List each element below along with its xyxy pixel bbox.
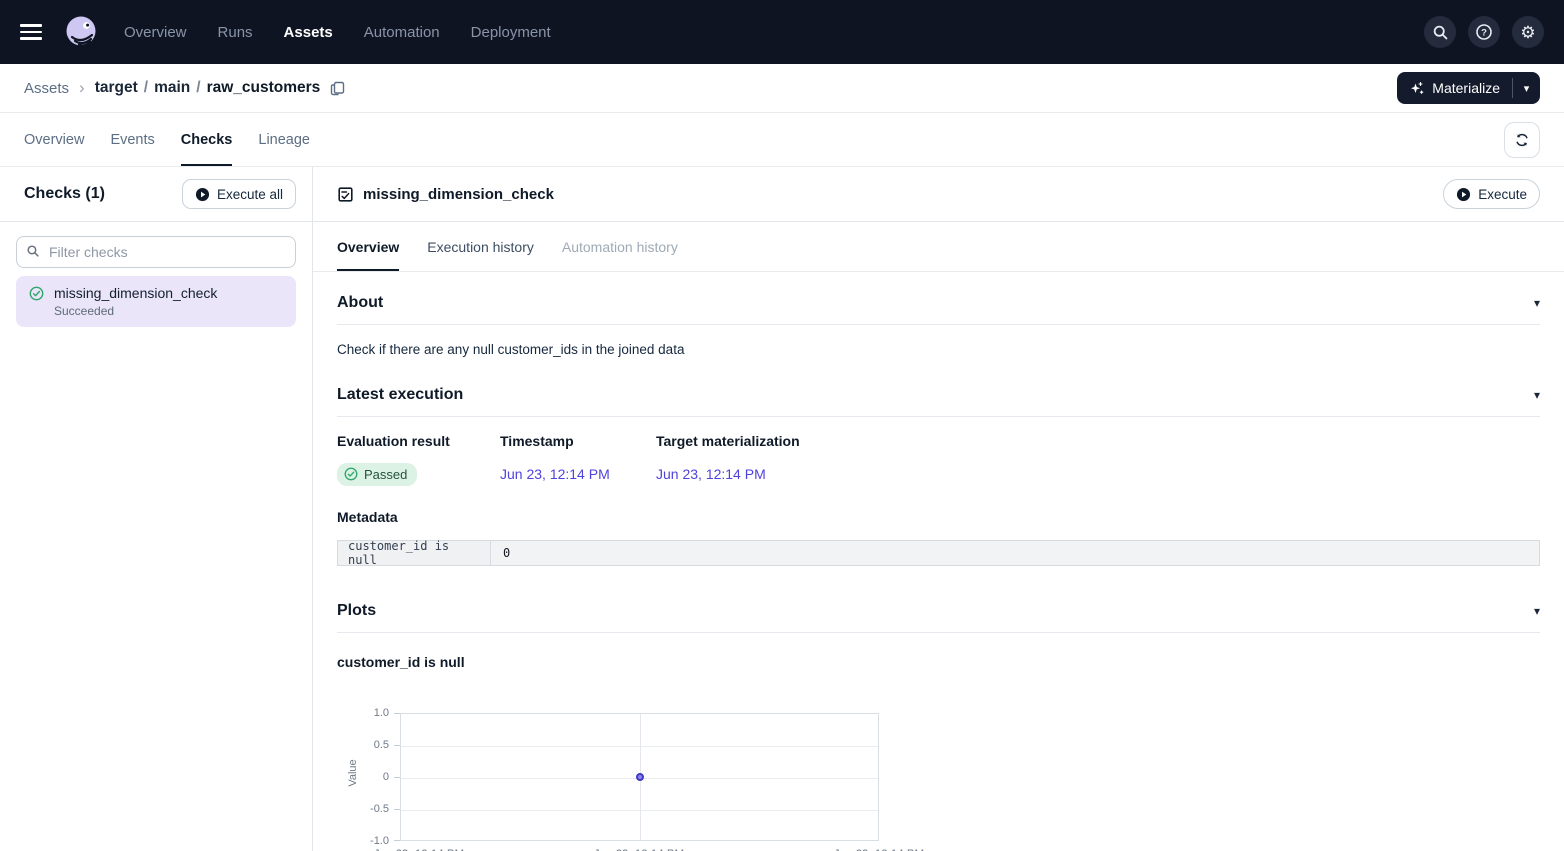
value-scatter-chart: Value 1.0 0.5 0 -0.5 -1.0 Jun [337,713,1540,851]
check-item-status: Succeeded [54,304,284,318]
latest-execution-table: Evaluation result Timestamp Target mater… [337,433,1540,486]
chevron-right-icon: › [79,78,85,98]
y-tick: 0 [337,770,389,784]
timestamp-link[interactable]: Jun 23, 12:14 PM [500,466,610,482]
refresh-button[interactable] [1504,122,1540,158]
nav-deployment[interactable]: Deployment [471,24,551,41]
execute-all-button[interactable]: Execute all [182,179,296,209]
about-section-header: About ▾ [337,291,1540,325]
check-circle-icon [344,467,358,481]
detail-tab-automation-history[interactable]: Automation history [562,222,678,271]
search-icon [1432,24,1449,41]
materialize-label: Materialize [1432,80,1500,96]
plot-area [400,713,879,841]
search-button[interactable] [1424,16,1456,48]
search-icon [26,244,40,258]
nav-overview[interactable]: Overview [124,24,187,41]
breadcrumb-target[interactable]: target [95,79,138,97]
breadcrumb-assets-link[interactable]: Assets [24,80,69,97]
materialize-dropdown-button[interactable]: ▾ [1513,72,1540,104]
asset-check-icon [337,186,354,203]
y-tick: 0.5 [337,738,389,752]
breadcrumb-main[interactable]: main [154,79,190,97]
nav-automation[interactable]: Automation [364,24,440,41]
materialize-button[interactable]: Materialize [1397,72,1512,104]
passed-status-badge: Passed [337,463,417,486]
nav-assets[interactable]: Assets [284,24,333,41]
primary-nav: Overview Runs Assets Automation Deployme… [124,24,551,41]
check-detail-panel: missing_dimension_check Execute Overview… [313,167,1564,851]
collapse-about-button[interactable]: ▾ [1534,297,1540,309]
nav-runs[interactable]: Runs [218,24,253,41]
plot-title: customer_id is null [337,654,1540,672]
check-circle-icon [29,286,44,301]
collapse-latest-execution-button[interactable]: ▾ [1534,389,1540,401]
collapse-plots-button[interactable]: ▾ [1534,605,1540,617]
play-icon [195,187,210,202]
caret-down-icon: ▾ [1534,604,1540,618]
metadata-title: Metadata [337,509,1540,527]
tab-lineage[interactable]: Lineage [258,113,310,166]
checks-panel-title: Checks (1) [24,185,105,203]
refresh-icon [1514,132,1530,148]
column-target-materialization: Target materialization [656,433,1540,451]
svg-text:?: ? [1481,27,1487,38]
y-tick: -1.0 [337,834,389,848]
detail-tab-execution-history[interactable]: Execution history [427,222,534,271]
data-point[interactable] [636,773,644,781]
help-button[interactable]: ? [1468,16,1500,48]
metadata-value: 0 [491,541,1539,565]
caret-down-icon: ▾ [1534,388,1540,402]
tab-checks[interactable]: Checks [181,113,233,166]
execute-button[interactable]: Execute [1443,179,1540,209]
tab-overview[interactable]: Overview [24,113,84,166]
help-icon: ? [1475,23,1493,41]
target-materialization-link[interactable]: Jun 23, 12:14 PM [656,466,766,482]
filter-checks-input[interactable] [16,236,296,268]
about-title: About [337,291,383,315]
sparkle-icon [1409,80,1425,96]
y-tick: 1.0 [337,706,389,720]
dagster-logo-icon[interactable] [62,13,100,51]
plots-title: Plots [337,599,376,623]
hamburger-menu-icon[interactable] [20,24,46,39]
breadcrumb-separator: / [144,79,148,97]
breadcrumb-bar: Assets › target / main / raw_customers M… [0,64,1564,113]
materialize-split-button: Materialize ▾ [1397,72,1540,104]
asset-tab-bar: Overview Events Checks Lineage [0,113,1564,167]
top-nav: Overview Runs Assets Automation Deployme… [0,0,1564,64]
plots-section-header: Plots ▾ [337,599,1540,633]
gear-icon: ⚙ [1520,24,1535,41]
play-icon [1456,187,1471,202]
check-item-name: missing_dimension_check [54,285,217,301]
settings-button[interactable]: ⚙ [1512,16,1544,48]
latest-execution-title: Latest execution [337,383,463,407]
check-detail-title: missing_dimension_check [363,186,554,203]
copy-icon [330,81,345,96]
breadcrumb-asset-name: raw_customers [207,79,321,97]
column-timestamp: Timestamp [500,433,656,451]
metadata-table: customer_id is null 0 [337,540,1540,566]
y-tick: -0.5 [337,802,389,816]
detail-tab-bar: Overview Execution history Automation hi… [313,222,1564,272]
metadata-key: customer_id is null [338,541,491,565]
copy-button[interactable] [330,81,345,96]
check-list-item[interactable]: missing_dimension_check Succeeded [16,276,296,327]
check-description: Check if there are any null customer_ids… [337,340,1540,360]
detail-tab-overview[interactable]: Overview [337,222,399,271]
checks-panel: Checks (1) Execute all [0,167,313,851]
caret-down-icon: ▾ [1534,296,1540,310]
tab-events[interactable]: Events [110,113,154,166]
caret-down-icon: ▾ [1524,82,1530,95]
column-evaluation-result: Evaluation result [337,433,500,451]
latest-execution-section-header: Latest execution ▾ [337,383,1540,417]
breadcrumb-separator: / [196,79,200,97]
